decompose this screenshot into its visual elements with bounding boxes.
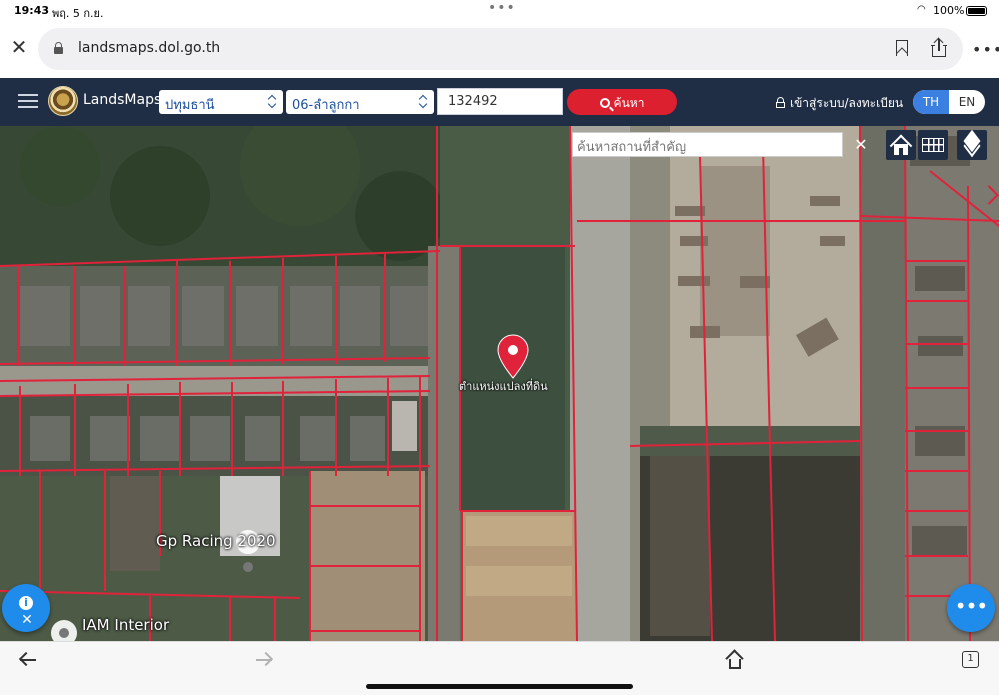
multitask-dots-icon[interactable]: ••• [488, 0, 516, 16]
menu-icon[interactable] [18, 94, 38, 110]
home-indicator[interactable] [366, 684, 633, 689]
clear-search-icon[interactable]: ✕ [850, 132, 872, 157]
poi-label-gp-racing[interactable]: Gp Racing 2020 [156, 532, 276, 550]
status-time: 19:43 [14, 4, 50, 17]
close-icon[interactable]: ✕ [8, 36, 30, 58]
home-icon[interactable] [725, 649, 745, 669]
dol-seal-logo [48, 86, 78, 116]
search-button[interactable]: ค้นหา [567, 89, 677, 115]
status-bar: 19:43 พฤ. 5 ก.ย. ••• ◠ 100% [0, 0, 999, 22]
app-navbar: LandsMaps ปทุมธานี 06-ลำลูกกา 132492 ค้น… [0, 78, 999, 126]
home-view-button[interactable] [886, 130, 916, 160]
more-actions-button[interactable]: ••• [947, 584, 995, 632]
brand-name: LandsMaps [83, 92, 162, 108]
measure-tools-icon[interactable]: ✕ [18, 612, 36, 628]
district-select[interactable]: 06-ลำลูกกา [286, 90, 434, 114]
info-icon: i [19, 596, 33, 610]
lock-icon [776, 97, 785, 108]
status-date: พฤ. 5 ก.ย. [52, 7, 104, 20]
url-bar[interactable]: landsmaps.dol.go.th [38, 28, 963, 70]
grid-toggle-button[interactable] [918, 130, 948, 160]
url-text[interactable]: landsmaps.dol.go.th [78, 40, 220, 56]
battery-percent: 100% [933, 4, 965, 17]
lock-icon [54, 42, 63, 54]
parcel-number-input[interactable]: 132492 [437, 88, 563, 115]
place-search-input[interactable] [572, 132, 843, 157]
browser-bar: ✕ landsmaps.dol.go.th ••• [0, 22, 999, 78]
district-value: 06-ลำลูกกา [292, 98, 360, 113]
forward-arrow-icon[interactable] [254, 650, 274, 670]
province-select[interactable]: ปทุมธานี [159, 90, 283, 114]
select-chevron-icon [268, 95, 277, 109]
map-canvas[interactable]: ✕ ตำแหน่งแปลงที่ดิน Gp Racing 2020 IAM I… [0, 126, 999, 641]
lang-en-button[interactable]: EN [949, 90, 985, 114]
language-toggle[interactable]: TH EN [913, 90, 985, 114]
search-icon [599, 98, 610, 108]
info-button[interactable]: i ✕ [2, 584, 50, 632]
back-arrow-icon[interactable] [18, 650, 38, 670]
select-chevron-icon [419, 95, 428, 109]
grid-icon [922, 138, 944, 152]
share-icon[interactable] [930, 37, 948, 58]
parcel-location-label: ตำแหน่งแปลงที่ดิน [459, 380, 548, 393]
province-value: ปทุมธานี [165, 98, 215, 113]
more-options-icon[interactable]: ••• [972, 40, 999, 59]
lang-th-button[interactable]: TH [913, 90, 949, 114]
ipad-screen: 19:43 พฤ. 5 ก.ย. ••• ◠ 100% ✕ landsmaps.… [0, 0, 999, 695]
search-button-label: ค้นหา [613, 96, 645, 110]
battery-icon [966, 6, 987, 16]
bookmark-icon[interactable] [896, 40, 908, 56]
poi-label-iam-interior[interactable]: IAM Interior [82, 616, 169, 634]
layers-button[interactable] [957, 129, 987, 160]
login-register-link[interactable]: เข้าสู่ระบบ/ลงทะเบียน [790, 94, 903, 113]
wifi-icon: ◠ [917, 4, 926, 15]
tabs-icon[interactable]: 1 [962, 651, 979, 668]
